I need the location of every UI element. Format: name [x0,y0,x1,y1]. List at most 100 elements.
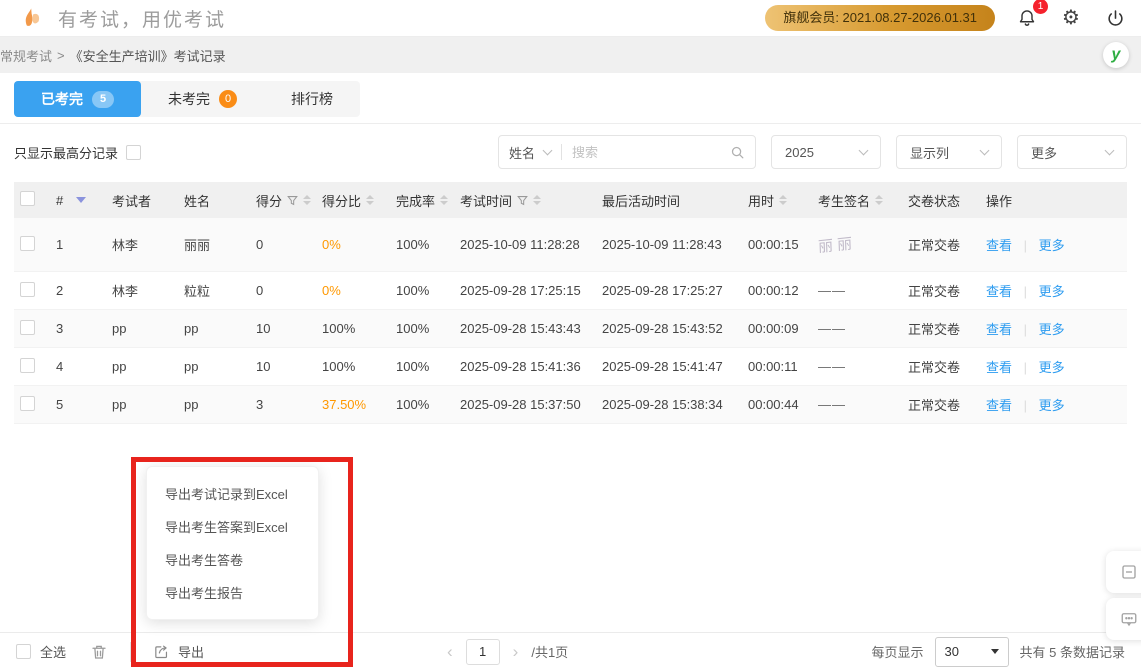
sort-icons[interactable] [366,195,374,205]
tab-bar: 已考完 5 未考完 0 排行榜 [14,81,360,117]
logout-button[interactable] [1103,6,1127,30]
form-panel-button[interactable] [1106,551,1141,593]
export-menu-item[interactable]: 导出考生报告 [147,576,318,609]
score-pct-cell: 0% [322,283,341,298]
chat-panel-button[interactable] [1106,598,1141,640]
tab-finished[interactable]: 已考完 5 [14,81,141,117]
action-separator: | [1024,284,1027,299]
more-select[interactable]: 更多 [1017,135,1127,169]
app-logo-icon [20,6,44,30]
sort-icons[interactable] [303,195,311,205]
examiner-cell: 林李 [112,281,184,300]
search-field-selector[interactable]: 姓名 [509,143,535,162]
sort-icons[interactable] [533,195,541,205]
export-menu-popup: 导出考试记录到Excel 导出考生答案到Excel 导出考生答卷 导出考生报告 [146,466,319,620]
completion-cell: 100% [396,397,460,412]
column-header-status: 交卷状态 [908,191,986,210]
next-page-button[interactable]: › [513,642,519,662]
submit-status-cell: 正常交卷 [908,357,986,376]
tab-unfinished[interactable]: 未考完 0 [141,81,264,117]
breadcrumb-parent[interactable]: 常规考试 [0,46,52,65]
total-records-label: 共有 5 条数据记录 [1020,642,1125,661]
duration-cell: 00:00:11 [748,359,818,374]
action-separator: | [1024,398,1027,413]
view-link[interactable]: 查看 [986,238,1012,253]
export-menu-item[interactable]: 导出考试记录到Excel [147,477,318,510]
export-button[interactable]: 导出 [153,642,204,661]
column-header-index[interactable]: # [56,193,63,208]
sort-icons[interactable] [875,195,883,205]
view-link[interactable]: 查看 [986,360,1012,375]
column-header-actions: 操作 [986,191,1127,210]
score-cell: 0 [256,283,322,298]
more-link[interactable]: 更多 [1039,284,1065,299]
settings-button[interactable]: ⚙ [1059,6,1083,30]
year-select[interactable]: 2025 [771,135,881,169]
power-icon [1106,9,1125,28]
export-menu-item[interactable]: 导出考生答卷 [147,543,318,576]
trash-icon[interactable] [90,643,108,661]
last-activity-cell: 2025-09-28 17:25:27 [602,283,748,298]
examiner-cell: pp [112,397,184,412]
prev-page-button[interactable]: ‹ [447,642,453,662]
select-all-checkbox-header[interactable] [20,191,35,206]
row-checkbox[interactable] [20,396,35,411]
per-page-select[interactable]: 30 [935,637,1009,667]
row-checkbox[interactable] [20,320,35,335]
side-float-buttons [1106,551,1141,640]
column-header-completion: 完成率 [396,191,435,210]
exam-time-cell: 2025-10-09 11:28:28 [460,237,602,252]
view-link[interactable]: 查看 [986,398,1012,413]
completion-cell: 100% [396,321,460,336]
divider [561,144,562,160]
name-cell: 粒粒 [184,281,256,300]
exam-time-cell: 2025-09-28 15:37:50 [460,397,602,412]
select-all-checkbox[interactable] [16,644,31,659]
tab-finished-count-badge: 5 [92,91,114,108]
examiner-cell: pp [112,359,184,374]
row-checkbox[interactable] [20,358,35,373]
row-index: 2 [56,283,63,298]
score-pct-cell: 37.50% [322,397,366,412]
sort-icons[interactable] [440,195,448,205]
current-page-box[interactable]: 1 [466,639,500,665]
sort-desc-icon[interactable] [76,197,86,203]
filter-funnel-icon[interactable] [287,195,298,206]
columns-select-label: 显示列 [910,143,949,162]
more-link[interactable]: 更多 [1039,238,1065,253]
columns-select[interactable]: 显示列 [896,135,1002,169]
breadcrumb-current: 《安全生产培训》考试记录 [70,46,226,65]
app-title: 有考试，用优考试 [58,5,226,32]
chevron-down-icon [859,146,869,156]
export-menu-item[interactable]: 导出考生答案到Excel [147,510,318,543]
row-checkbox[interactable] [20,236,35,251]
column-header-name: 姓名 [184,191,256,210]
last-activity-cell: 2025-09-28 15:43:52 [602,321,748,336]
only-highest-score-checkbox[interactable] [126,145,141,160]
row-index: 5 [56,397,63,412]
chevron-down-icon [543,146,553,156]
signature-cell: 丽丽 [818,232,857,257]
notifications-button[interactable]: 1 [1015,6,1039,30]
only-highest-score-toggle[interactable]: 只显示最高分记录 [14,143,141,162]
view-link[interactable]: 查看 [986,322,1012,337]
more-link[interactable]: 更多 [1039,322,1065,337]
filter-funnel-icon[interactable] [517,195,528,206]
view-link[interactable]: 查看 [986,284,1012,299]
more-link[interactable]: 更多 [1039,398,1065,413]
table-header-row: # 考试者 姓名 得分 得分比 完成率 考试时间 最后活动时间 用时 考 [14,182,1127,218]
search-input[interactable] [572,145,730,160]
sort-icons[interactable] [779,195,787,205]
completion-cell: 100% [396,283,460,298]
tab-ranking[interactable]: 排行榜 [264,81,360,117]
submit-status-cell: 正常交卷 [908,319,986,338]
row-checkbox[interactable] [20,282,35,297]
more-link[interactable]: 更多 [1039,360,1065,375]
duration-cell: 00:00:15 [748,237,818,252]
gear-icon: ⚙ [1062,8,1080,28]
signature-cell: —— [818,397,846,412]
select-all-label[interactable]: 全选 [40,642,66,661]
breadcrumb-separator: > [57,48,65,63]
search-icon[interactable] [730,145,745,160]
helper-bubble-button[interactable]: y [1103,42,1129,68]
